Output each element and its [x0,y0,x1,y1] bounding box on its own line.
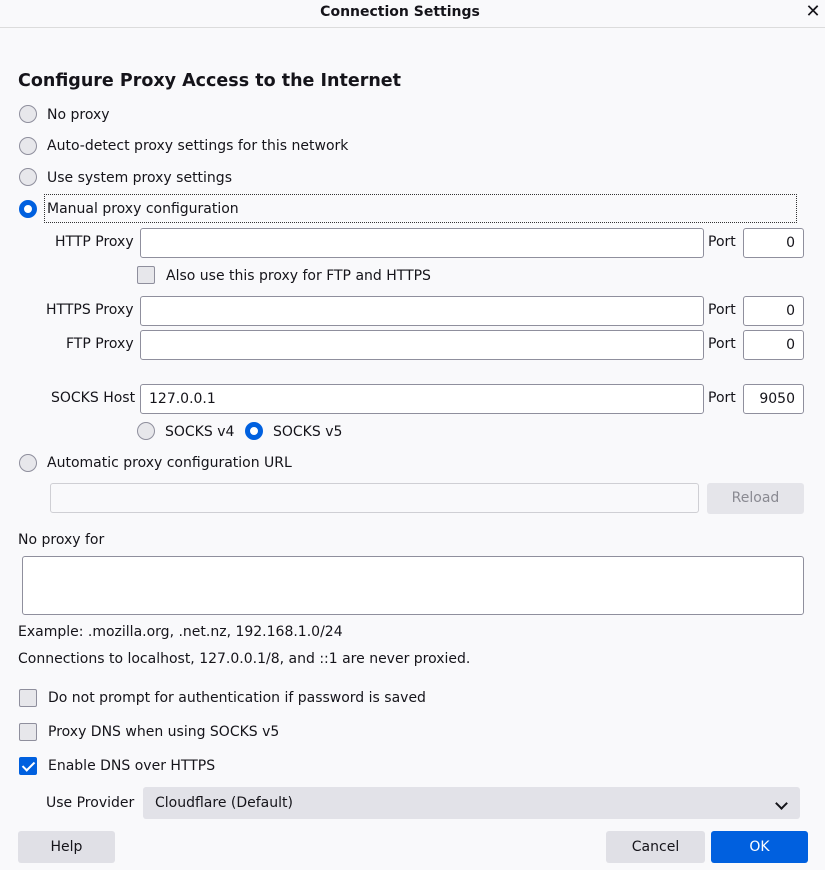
help-button[interactable]: Help [18,831,115,863]
socks-port-input[interactable] [743,384,804,414]
system-proxy-label[interactable]: Use system proxy settings [47,168,232,188]
auto-url-label[interactable]: Automatic proxy configuration URL [47,453,292,473]
provider-select-value: Cloudflare (Default) [155,795,293,811]
auto-url-input[interactable] [50,483,699,513]
http-proxy-input[interactable] [140,228,704,258]
auto-detect-radio[interactable] [19,137,37,155]
chevron-down-icon [775,797,788,810]
dns-over-https-label[interactable]: Enable DNS over HTTPS [48,756,215,776]
ftp-proxy-input[interactable] [140,330,704,360]
no-prompt-auth-label[interactable]: Do not prompt for authentication if pass… [48,688,426,708]
http-proxy-label: HTTP Proxy [55,234,134,250]
reload-button[interactable]: Reload [707,483,804,514]
no-proxy-note: Connections to localhost, 127.0.0.1/8, a… [18,651,471,667]
ftp-proxy-label: FTP Proxy [66,336,134,352]
no-proxy-radio[interactable] [19,105,37,123]
system-proxy-radio[interactable] [19,168,37,186]
socks-host-input[interactable] [140,384,704,414]
socks-port-label: Port [708,390,736,406]
proxy-dns-label[interactable]: Proxy DNS when using SOCKS v5 [48,722,279,742]
close-icon[interactable]: ✕ [803,1,823,23]
https-proxy-label: HTTPS Proxy [46,302,134,318]
ftp-port-label: Port [708,336,736,352]
also-use-proxy-label[interactable]: Also use this proxy for FTP and HTTPS [166,266,431,286]
auto-detect-label[interactable]: Auto-detect proxy settings for this netw… [47,136,348,156]
ok-button[interactable]: OK [711,831,808,863]
cancel-button[interactable]: Cancel [606,831,705,863]
proxy-dns-checkbox[interactable] [19,723,37,741]
ftp-port-input[interactable] [743,330,804,360]
no-proxy-example: Example: .mozilla.org, .net.nz, 192.168.… [18,624,343,640]
no-proxy-for-textarea[interactable] [22,556,804,615]
http-port-input[interactable] [743,228,804,258]
manual-proxy-label[interactable]: Manual proxy configuration [47,199,239,219]
dns-over-https-checkbox[interactable] [19,757,37,775]
section-heading: Configure Proxy Access to the Internet [18,71,402,91]
no-proxy-for-label: No proxy for [18,532,105,548]
https-proxy-input[interactable] [140,296,704,326]
socks-v5-label[interactable]: SOCKS v5 [273,422,342,442]
socks-v4-radio[interactable] [137,422,155,440]
dialog-title: Connection Settings [320,4,480,20]
provider-label: Use Provider [46,795,135,811]
http-port-label: Port [708,234,736,250]
also-use-proxy-checkbox[interactable] [137,266,155,284]
no-proxy-label[interactable]: No proxy [47,105,110,125]
socks-v4-label[interactable]: SOCKS v4 [165,422,234,442]
manual-proxy-radio[interactable] [19,200,37,218]
provider-select[interactable]: Cloudflare (Default) [143,787,800,819]
socks-v5-radio[interactable] [245,422,263,440]
auto-url-radio[interactable] [19,454,37,472]
https-port-label: Port [708,302,736,318]
no-prompt-auth-checkbox[interactable] [19,689,37,707]
socks-host-label: SOCKS Host [51,390,136,406]
https-port-input[interactable] [743,296,804,326]
